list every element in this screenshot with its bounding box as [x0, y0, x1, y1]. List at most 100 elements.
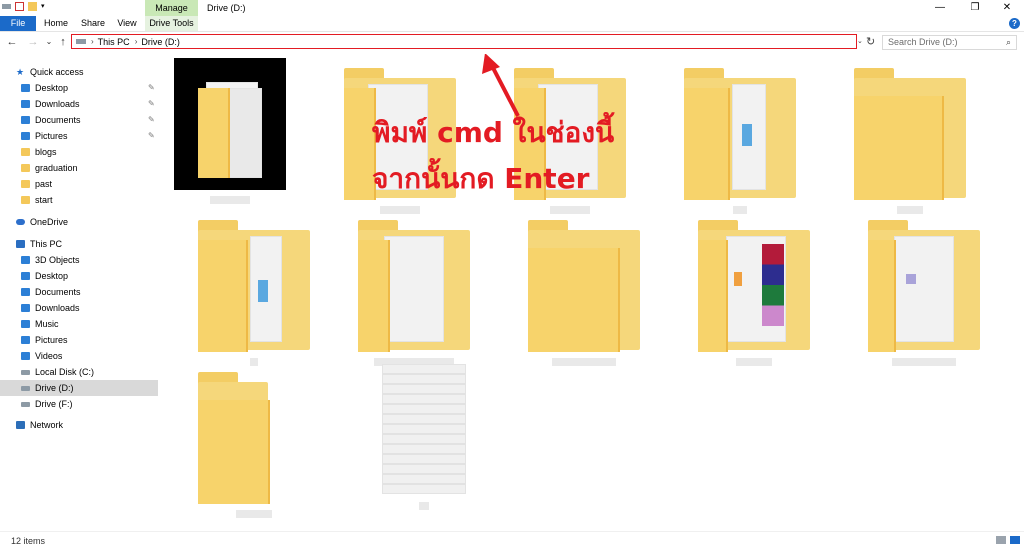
chevron-down-icon[interactable]: ⌄ — [857, 37, 866, 45]
instruction-text-line-1: พิมพ์ cmd ในช่องนี้ — [372, 116, 615, 149]
sidebar-item-label: This PC — [30, 239, 63, 249]
search-placeholder: Search Drive (D:) — [888, 37, 958, 47]
breadcrumb-separator-icon[interactable]: › — [91, 37, 94, 46]
sidebar-item[interactable]: Documents ✎ — [0, 112, 158, 128]
sidebar-item-label: Pictures — [35, 131, 68, 141]
sidebar-item[interactable]: Drive (D:) — [0, 380, 158, 396]
minimize-button[interactable]: — — [925, 0, 955, 16]
help-icon[interactable]: ? — [1009, 18, 1020, 29]
large-icons-view-icon[interactable] — [1010, 536, 1020, 544]
sidebar-item-label: Downloads — [35, 303, 80, 313]
details-view-icon[interactable] — [996, 536, 1006, 544]
blurred-name — [552, 358, 616, 366]
image-thumbnail — [906, 274, 916, 284]
sidebar-item[interactable]: Network — [0, 417, 158, 433]
paper-icon — [894, 236, 954, 342]
recent-locations-icon[interactable]: ⌄ — [42, 35, 56, 49]
image-thumbnail — [742, 124, 752, 146]
sidebar-item-label: start — [35, 195, 53, 205]
sidebar-item[interactable]: Local Disk (C:) — [0, 364, 158, 380]
folder-front-icon — [198, 88, 230, 178]
tab-drive-tools[interactable]: Drive Tools — [145, 16, 198, 31]
sidebar-item-label: Drive (F:) — [35, 399, 73, 409]
sidebar-item-label: Network — [30, 420, 64, 430]
sidebar-item-label: OneDrive — [30, 217, 69, 227]
sidebar-item[interactable]: Desktop ✎ — [0, 80, 158, 96]
search-input[interactable]: Search Drive (D:) ⌕ — [882, 35, 1017, 50]
sidebar-item[interactable]: start — [0, 192, 158, 208]
sidebar-item[interactable]: This PC — [0, 236, 158, 252]
file-view: พิมพ์ cmd ในช่องนี้ จากนั้นกด Enter — [160, 54, 1024, 528]
sidebar-item[interactable]: Desktop — [0, 268, 158, 284]
image-thumbnail — [258, 280, 268, 302]
disk-icon — [21, 369, 30, 375]
folder-item[interactable] — [684, 220, 824, 366]
sidebar-item[interactable]: past — [0, 176, 158, 192]
sidebar-item[interactable]: Drive (F:) — [0, 396, 158, 412]
drive-icon — [76, 39, 86, 44]
sidebar-item[interactable]: 3D Objects — [0, 252, 158, 268]
manage-tab[interactable]: Manage — [145, 0, 198, 16]
new-folder-icon[interactable] — [28, 2, 37, 11]
sidebar-item[interactable]: OneDrive — [0, 214, 158, 230]
refresh-icon[interactable]: ↻ — [866, 35, 875, 48]
quick-access-toolbar: ▾ — [2, 2, 45, 11]
sidebar-item[interactable]: Videos — [0, 348, 158, 364]
sidebar-item[interactable]: Downloads — [0, 300, 158, 316]
disk-icon — [21, 385, 30, 391]
pictures-icon — [21, 336, 30, 344]
sidebar-item[interactable]: blogs — [0, 144, 158, 160]
close-button[interactable]: ✕ — [992, 0, 1022, 16]
folder-item[interactable] — [670, 68, 810, 214]
folder-icon — [698, 220, 810, 352]
folder-front-icon — [684, 88, 730, 200]
documents-icon — [21, 116, 30, 124]
search-icon: ⌕ — [1005, 37, 1011, 47]
image-thumbnail — [734, 272, 742, 286]
breadcrumb-separator-icon[interactable]: › — [135, 37, 138, 46]
properties-icon[interactable] — [15, 2, 24, 11]
folder-icon — [684, 68, 796, 200]
sidebar-item-label: blogs — [35, 147, 57, 157]
sidebar-item[interactable]: ★ Quick access — [0, 64, 158, 80]
folder-item[interactable] — [514, 220, 654, 366]
tab-view[interactable]: View — [112, 16, 142, 31]
back-arrow-icon[interactable]: ← — [5, 35, 19, 49]
sidebar-item[interactable]: Downloads ✎ — [0, 96, 158, 112]
item-count: 12 items — [11, 536, 46, 546]
breadcrumb-this-pc[interactable]: This PC — [98, 37, 130, 47]
file-item[interactable] — [354, 364, 494, 510]
tab-file[interactable]: File — [0, 16, 36, 31]
sidebar-item[interactable]: Documents — [0, 284, 158, 300]
blurred-name — [419, 502, 429, 510]
sidebar-item[interactable]: graduation — [0, 160, 158, 176]
folder-item[interactable] — [160, 58, 300, 204]
folder-front-icon — [198, 400, 270, 504]
folder-icon — [198, 220, 310, 352]
network-icon — [16, 421, 25, 429]
sidebar-item-label: Quick access — [30, 67, 84, 77]
window-title: Drive (D:) — [207, 3, 246, 13]
folder-item[interactable] — [184, 372, 324, 518]
forward-arrow-icon[interactable]: → — [26, 35, 40, 49]
folder-item[interactable] — [344, 220, 484, 366]
up-arrow-icon[interactable]: ↑ — [56, 35, 70, 49]
tab-share[interactable]: Share — [76, 16, 110, 31]
folder-item[interactable] — [854, 220, 994, 366]
folder-front-icon — [198, 240, 248, 352]
sidebar-item[interactable]: Pictures — [0, 332, 158, 348]
folder-item[interactable] — [184, 220, 324, 366]
address-bar[interactable]: › This PC › Drive (D:) — [71, 34, 857, 49]
sidebar-item-label: Documents — [35, 115, 81, 125]
breadcrumb-drive-d[interactable]: Drive (D:) — [141, 37, 180, 47]
sidebar-item-label: Drive (D:) — [35, 383, 74, 393]
sidebar-item[interactable]: Pictures ✎ — [0, 128, 158, 144]
sidebar-item[interactable]: Music — [0, 316, 158, 332]
customize-toolbar-icon[interactable]: ▾ — [41, 2, 45, 11]
arrow-head — [482, 54, 500, 74]
folder-icon — [528, 220, 640, 352]
folder-item[interactable] — [840, 68, 980, 214]
folder-front-icon — [358, 240, 390, 352]
maximize-button[interactable]: ❐ — [960, 0, 990, 16]
tab-home[interactable]: Home — [38, 16, 74, 31]
